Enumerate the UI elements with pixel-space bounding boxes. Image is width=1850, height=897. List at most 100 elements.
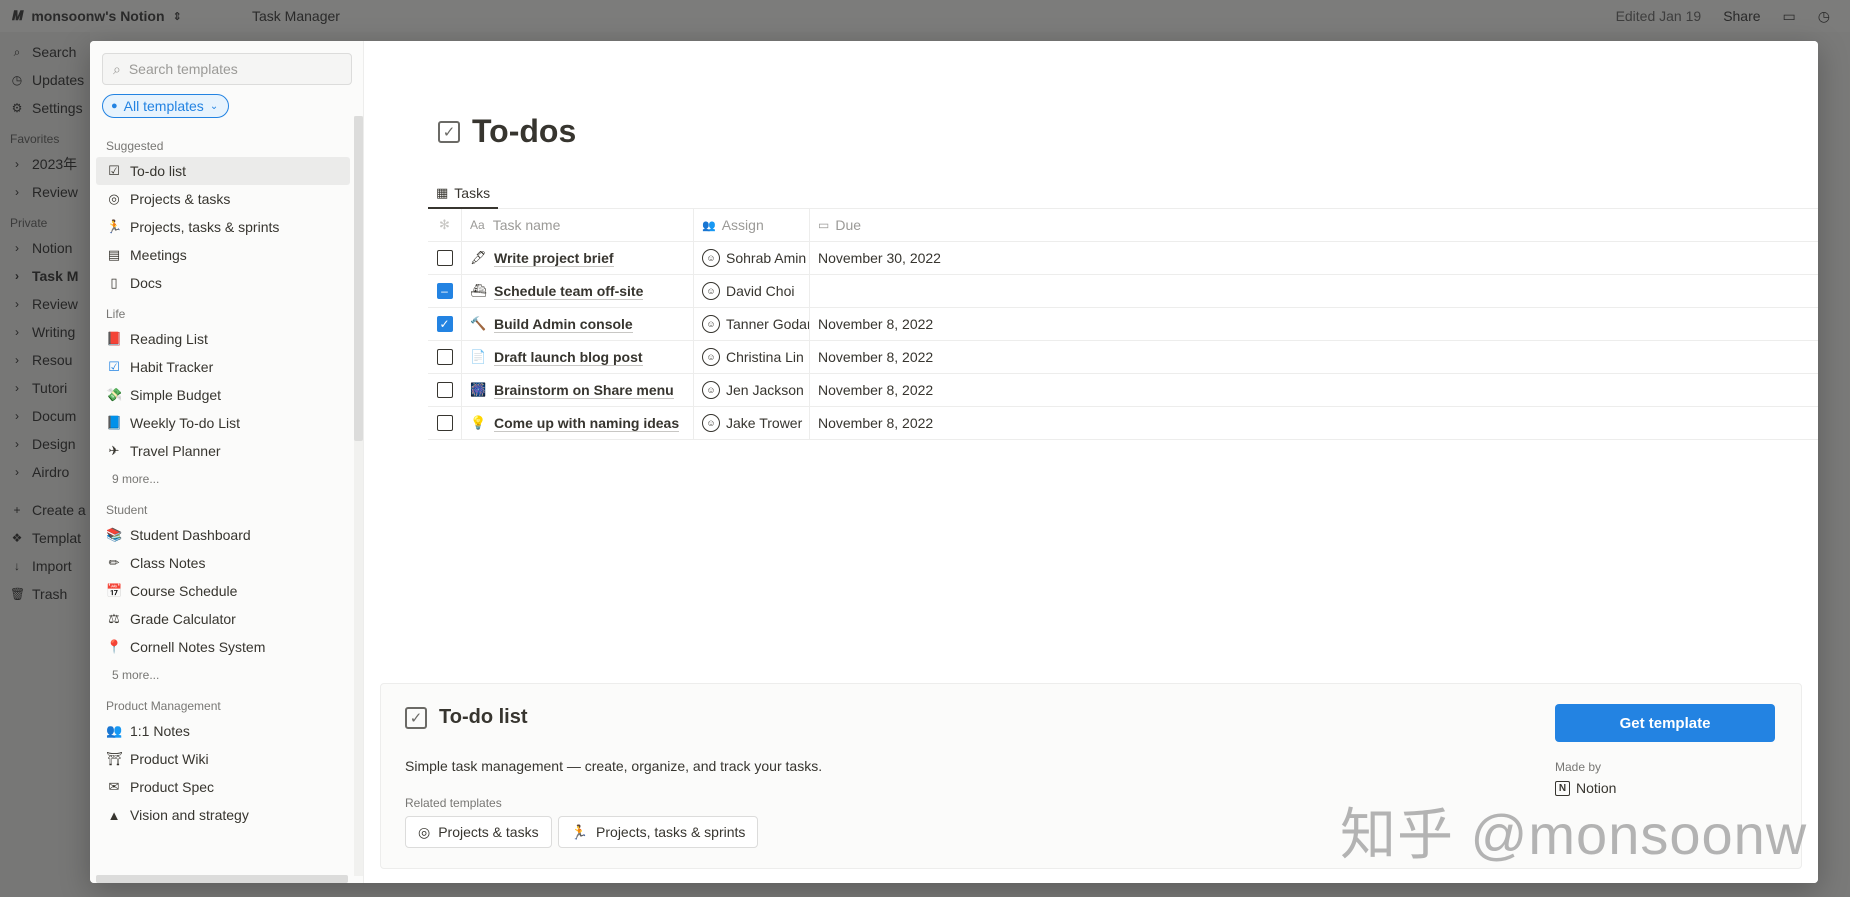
chevron-right-icon: › xyxy=(15,157,19,171)
app-sidebar: ⌕ Search ◷ Updates ⚙ Settings Favorites › 20… xyxy=(0,32,90,897)
template-item-grade-calculator[interactable]: ⚖ Grade Calculator xyxy=(96,605,350,633)
related-template-button[interactable]: 🏃 Projects, tasks & sprints xyxy=(557,816,759,848)
books-icon: 📚 xyxy=(106,527,123,542)
pin-icon: 📍 xyxy=(106,639,123,654)
page-title: To-dos xyxy=(472,113,577,149)
sidebar-settings[interactable]: ⚙ Settings xyxy=(0,94,90,122)
due-date: November 8, 2022 xyxy=(818,349,934,365)
sidebar-page[interactable]: › Airdro xyxy=(0,458,90,486)
people-icon: 👥 xyxy=(702,219,716,232)
template-item-habit-tracker[interactable]: ☑ Habit Tracker xyxy=(96,353,350,381)
sidebar-page[interactable]: › Review xyxy=(0,178,90,206)
all-templates-filter[interactable]: ● All templates ⌄ xyxy=(102,94,230,118)
sidebar-updates[interactable]: ◷ Updates xyxy=(0,66,90,94)
vertical-scrollbar[interactable] xyxy=(354,116,363,441)
task-name[interactable]: Brainstorm on Share menu xyxy=(494,382,674,399)
task-checkbox[interactable] xyxy=(436,250,453,266)
trash-icon: 🗑 xyxy=(10,587,26,601)
get-template-button[interactable]: Get template xyxy=(1555,704,1775,742)
task-name[interactable]: Schedule team off-site xyxy=(494,283,644,300)
template-item-projects-tasks-sprints[interactable]: 🏃 Projects, tasks & sprints xyxy=(96,213,350,241)
share-button[interactable]: Share xyxy=(1723,8,1760,24)
sidebar-search[interactable]: ⌕ Search xyxy=(0,38,90,66)
task-checkbox[interactable] xyxy=(436,349,453,365)
horizontal-scrollbar[interactable] xyxy=(96,875,348,883)
sidebar-import[interactable]: ↓ Import xyxy=(0,552,90,580)
template-item-to-do-list[interactable]: ☑ To-do list xyxy=(96,157,350,185)
avatar: ☺ xyxy=(702,315,720,333)
header-status[interactable]: ✻ xyxy=(428,209,462,241)
sidebar-page[interactable]: › Review xyxy=(0,290,90,318)
table-row: 🎆 Brainstorm on Share menu ☺ Jen Jackson N… xyxy=(428,374,1818,407)
assignee: Christina Lin xyxy=(726,349,804,365)
task-name[interactable]: Come up with naming ideas xyxy=(494,415,680,432)
chevron-right-icon: › xyxy=(15,269,19,283)
more-link-life[interactable]: 9 more... xyxy=(96,465,350,493)
breadcrumb[interactable]: Task Manager xyxy=(250,8,340,24)
template-item-student-dashboard[interactable]: 📚 Student Dashboard xyxy=(96,521,350,549)
task-checkbox[interactable] xyxy=(436,382,453,398)
template-item-reading-list[interactable]: 📕 Reading List xyxy=(96,325,350,353)
runner-icon: 🏃 xyxy=(570,823,589,840)
group-label-product-management: Product Management xyxy=(106,699,221,713)
scales-icon: ⚖ xyxy=(108,611,120,626)
template-item-docs[interactable]: ▯ Docs xyxy=(96,269,350,297)
task-name[interactable]: Build Admin console xyxy=(494,316,633,333)
gear-icon: ⚙ xyxy=(11,101,23,115)
template-item-projects-tasks[interactable]: ◎ Projects & tasks xyxy=(96,185,350,213)
template-item-vision-strategy[interactable]: ▲ Vision and strategy xyxy=(96,801,350,829)
header-due[interactable]: ▭ Due xyxy=(810,209,1818,241)
template-item-weekly-todo[interactable]: 📘 Weekly To-do List xyxy=(96,409,350,437)
template-sidebar: ⌕ ● All templates ⌄ Suggested ☑To-do lis… xyxy=(90,41,364,883)
task-checkbox[interactable]: ✓ xyxy=(436,316,453,332)
sidebar-templates[interactable]: ❖ Templat xyxy=(0,524,90,552)
template-item-product-wiki[interactable]: ⛩ Product Wiki xyxy=(96,745,350,773)
tab-tasks[interactable]: ▦ Tasks xyxy=(428,179,499,209)
template-item-course-schedule[interactable]: 📅 Course Schedule xyxy=(96,577,350,605)
table-row: 📄 Draft launch blog post ☺ Christina Lin N… xyxy=(428,341,1818,374)
related-template-button[interactable]: ◎ Projects & tasks xyxy=(405,816,552,848)
sidebar-page[interactable]: › Notion xyxy=(0,234,90,262)
sidebar-page[interactable]: › Tutori xyxy=(0,374,90,402)
template-search[interactable]: ⌕ xyxy=(102,53,352,85)
sidebar-page[interactable]: › Docum xyxy=(0,402,90,430)
template-item-cornell-notes[interactable]: 📍 Cornell Notes System xyxy=(96,633,350,661)
sidebar-trash[interactable]: 🗑 Trash xyxy=(0,580,90,608)
task-name[interactable]: Write project brief xyxy=(494,250,614,267)
template-item-meetings[interactable]: ▤ Meetings xyxy=(96,241,350,269)
workspace-switcher[interactable]: 𝑴 monsoonw's Notion ⇕ xyxy=(0,8,250,24)
task-checkbox[interactable]: – xyxy=(436,283,453,299)
chevron-right-icon: › xyxy=(15,437,19,451)
template-item-simple-budget[interactable]: 💸 Simple Budget xyxy=(96,381,350,409)
related-templates: ◎ Projects & tasks 🏃 Projects, tasks & s… xyxy=(405,816,759,848)
clock-icon[interactable]: ◷ xyxy=(1818,8,1830,25)
workspace-name: monsoonw's Notion xyxy=(31,8,165,24)
money-icon: 💸 xyxy=(106,387,123,402)
sidebar-page[interactable]: › Resou xyxy=(0,346,90,374)
sidebar-page[interactable]: › Design xyxy=(0,430,90,458)
template-item-product-spec[interactable]: ✉ Product Spec xyxy=(96,773,350,801)
search-icon: ⌕ xyxy=(113,60,121,77)
sidebar-page[interactable]: › Writing xyxy=(0,318,90,346)
sidebar-create[interactable]: + Create a xyxy=(0,496,90,524)
task-name[interactable]: Draft launch blog post xyxy=(494,349,643,366)
chevron-updown-icon: ⇕ xyxy=(172,10,182,23)
comment-icon[interactable]: ▭ xyxy=(1783,8,1796,25)
chevron-right-icon: › xyxy=(15,353,19,367)
avatar: ☺ xyxy=(702,414,720,432)
watermark: 知乎 @monsoonw xyxy=(1340,803,1808,866)
more-link-student[interactable]: 5 more... xyxy=(96,661,350,689)
template-item-class-notes[interactable]: ✏ Class Notes xyxy=(96,549,350,577)
template-search-input[interactable] xyxy=(128,61,329,77)
table-row: 🖋 Write project brief ☺ Sohrab Amin Novemb… xyxy=(428,242,1818,275)
plus-icon: + xyxy=(13,503,21,517)
sidebar-page[interactable]: › Task M xyxy=(0,262,90,290)
header-task-name[interactable]: Aa Task name xyxy=(462,209,694,241)
task-checkbox[interactable] xyxy=(436,415,453,431)
sidebar-page[interactable]: › 2023年 xyxy=(0,150,90,178)
template-item-travel-planner[interactable]: ✈ Travel Planner xyxy=(96,437,350,465)
template-item-one-on-one-notes[interactable]: 👥 1:1 Notes xyxy=(96,717,350,745)
download-icon: ↓ xyxy=(14,559,20,573)
header-assign[interactable]: 👥 Assign xyxy=(694,209,810,241)
assignee: David Choi xyxy=(726,283,795,299)
